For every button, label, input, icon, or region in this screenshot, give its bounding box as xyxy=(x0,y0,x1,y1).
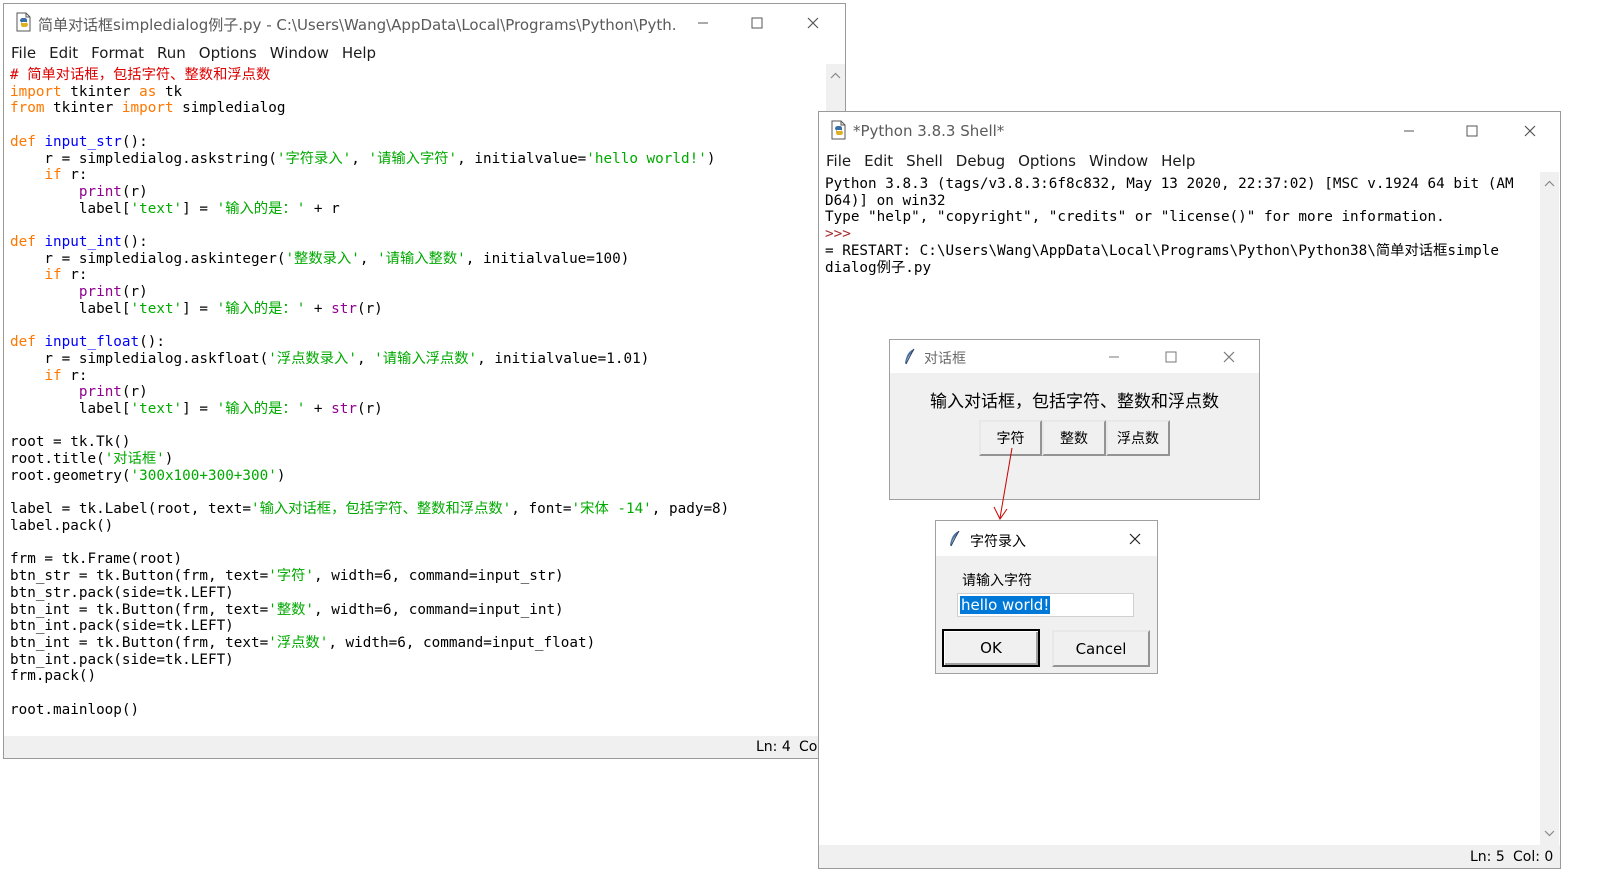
shell-line: dialog例子.py xyxy=(825,259,932,276)
close-button[interactable] xyxy=(790,4,836,42)
float-button[interactable]: 浮点数 xyxy=(1106,420,1170,456)
editor-title: 简单对话框simpledialog例子.py - C:\Users\Wang\A… xyxy=(38,16,678,34)
editor-titlebar[interactable]: 简单对话框simpledialog例子.py - C:\Users\Wang\A… xyxy=(4,4,845,42)
editor-statusbar: Ln: 4 Co xyxy=(4,736,845,758)
input-dialog-prompt: 请输入字符 xyxy=(962,573,1032,589)
editor-status-col: Co xyxy=(799,739,818,755)
close-icon xyxy=(807,17,819,29)
root-dialog-title: 对话框 xyxy=(924,351,966,367)
menu-help[interactable]: Help xyxy=(342,42,376,64)
shell-scrollbar[interactable] xyxy=(1540,172,1559,845)
shell-maximize-button[interactable] xyxy=(1449,112,1495,150)
shell-menu-window[interactable]: Window xyxy=(1089,150,1148,172)
root-dialog-maximize-button[interactable] xyxy=(1148,340,1194,373)
shell-menu-options[interactable]: Options xyxy=(1018,150,1076,172)
root-dialog-minimize-button[interactable] xyxy=(1091,340,1137,373)
input-dialog-entry[interactable]: hello world! xyxy=(957,593,1134,617)
shell-output[interactable]: Python 3.8.3 (tags/v3.8.3:6f8c832, May 1… xyxy=(825,176,1514,276)
integer-button[interactable]: 整数 xyxy=(1042,420,1106,456)
minimize-icon xyxy=(698,22,708,24)
close-icon xyxy=(1223,351,1235,362)
maximize-button[interactable] xyxy=(734,4,780,42)
shell-prompt: >>> xyxy=(825,226,851,243)
shell-line: = RESTART: C:\Users\Wang\AppData\Local\P… xyxy=(825,242,1500,259)
root-dialog-label: 输入对话框，包括字符、整数和浮点数 xyxy=(930,392,1219,412)
shell-titlebar[interactable]: *Python 3.8.3 Shell* xyxy=(819,112,1560,150)
scroll-up-icon[interactable] xyxy=(826,68,845,84)
close-icon xyxy=(1524,125,1536,137)
shell-menu-help[interactable]: Help xyxy=(1161,150,1195,172)
maximize-icon xyxy=(1466,125,1478,137)
minimize-icon xyxy=(1109,356,1119,357)
menu-edit[interactable]: Edit xyxy=(49,42,78,64)
input-dialog-titlebar[interactable]: 字符录入 xyxy=(936,521,1157,556)
shell-title: *Python 3.8.3 Shell* xyxy=(853,122,1005,140)
menu-format[interactable]: Format xyxy=(91,42,144,64)
shell-minimize-button[interactable] xyxy=(1386,112,1432,150)
editor-window: 简单对话框simpledialog例子.py - C:\Users\Wang\A… xyxy=(3,3,846,759)
annotation-arrow xyxy=(993,447,1013,520)
root-dialog-window: 对话框 输入对话框，包括字符、整数和浮点数 字符 整数 浮点数 xyxy=(889,339,1260,500)
shell-menubar: File Edit Shell Debug Options Window Help xyxy=(819,150,1560,172)
minimize-icon xyxy=(1404,130,1414,132)
close-icon xyxy=(1129,533,1141,544)
shell-menu-edit[interactable]: Edit xyxy=(864,150,893,172)
shell-line: D64)] on win32 xyxy=(825,192,946,209)
feather-icon xyxy=(905,348,915,365)
root-dialog-titlebar[interactable]: 对话框 xyxy=(890,340,1259,373)
python-file-icon xyxy=(16,12,31,32)
input-dialog-title: 字符录入 xyxy=(970,534,1026,550)
feather-icon xyxy=(950,530,960,547)
input-dialog-entry-selected-text: hello world! xyxy=(960,596,1051,614)
shell-status-line: Ln: 5 xyxy=(1470,849,1505,865)
maximize-icon xyxy=(1165,351,1177,362)
root-dialog-close-button[interactable] xyxy=(1206,340,1252,373)
menu-options[interactable]: Options xyxy=(199,42,257,64)
editor-code-area[interactable]: # 简单对话框，包括字符、整数和浮点数 import tkinter as tk… xyxy=(10,67,729,718)
python-shell-icon xyxy=(831,120,846,140)
shell-statusbar: Ln: 5 Col: 0 xyxy=(819,845,1560,868)
shell-menu-debug[interactable]: Debug xyxy=(956,150,1005,172)
cancel-button[interactable]: Cancel xyxy=(1052,630,1150,667)
shell-line: Type "help", "copyright", "credits" or "… xyxy=(825,209,1445,226)
menu-run[interactable]: Run xyxy=(157,42,186,64)
scroll-up-icon[interactable] xyxy=(1540,176,1559,192)
input-dialog-window: 字符录入 请输入字符 hello world! OK Cancel xyxy=(935,520,1158,674)
maximize-icon xyxy=(751,17,763,29)
input-dialog-close-button[interactable] xyxy=(1112,521,1158,556)
menu-window[interactable]: Window xyxy=(270,42,329,64)
shell-menu-shell[interactable]: Shell xyxy=(906,150,943,172)
scroll-down-icon[interactable] xyxy=(1540,825,1559,841)
minimize-button[interactable] xyxy=(680,4,726,42)
shell-close-button[interactable] xyxy=(1507,112,1553,150)
editor-menubar: File Edit Format Run Options Window Help xyxy=(4,42,845,64)
shell-line: Python 3.8.3 (tags/v3.8.3:6f8c832, May 1… xyxy=(825,176,1514,192)
shell-status-col: Col: 0 xyxy=(1513,849,1554,865)
editor-status-line: Ln: 4 xyxy=(756,739,791,755)
menu-file[interactable]: File xyxy=(11,42,36,64)
shell-menu-file[interactable]: File xyxy=(826,150,851,172)
ok-button[interactable]: OK xyxy=(942,629,1040,667)
